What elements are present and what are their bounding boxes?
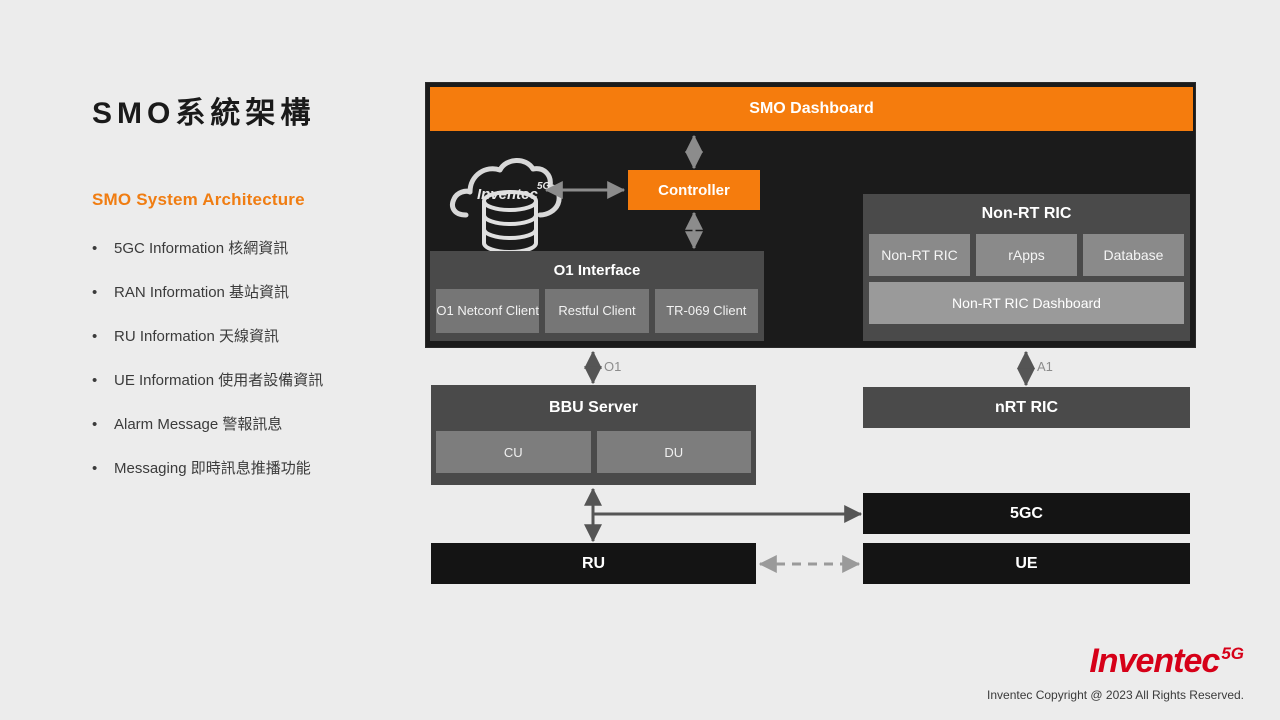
nrt-ric-block: nRT RIC	[863, 387, 1190, 428]
bbu-server-group: BBU Server CU DU	[431, 385, 756, 485]
list-item: • RU Information 天線資訊	[92, 328, 422, 346]
a1-connector-label: A1	[1037, 359, 1053, 374]
list-item: • UE Information 使用者設備資訊	[92, 372, 422, 390]
logo-5g-superscript: 5G	[1221, 644, 1244, 663]
feature-bullet-list: • 5GC Information 核網資訊 • RAN Information…	[92, 240, 422, 478]
bbu-sub-row: CU DU	[431, 431, 756, 473]
bullet-marker-icon: •	[92, 328, 98, 345]
list-item: • 5GC Information 核網資訊	[92, 240, 422, 258]
page-subtitle: SMO System Architecture	[92, 190, 305, 209]
bullet-marker-icon: •	[92, 240, 98, 257]
list-item-label: UE Information 使用者設備資訊	[114, 372, 324, 389]
cu-box: CU	[436, 431, 591, 473]
list-item-label: Messaging 即時訊息推播功能	[114, 460, 311, 477]
left-content-column: SMO系統架構 SMO System Architecture • 5GC In…	[92, 88, 422, 504]
du-box: DU	[596, 431, 751, 473]
page-title: SMO系統架構	[92, 97, 316, 130]
list-item: • RAN Information 基站資訊	[92, 284, 422, 302]
copyright-text: Inventec Copyright @ 2023 All Rights Res…	[987, 688, 1244, 702]
inventec-logo: Inventec 5G	[987, 644, 1244, 678]
ue-block: UE	[863, 543, 1190, 584]
bullet-marker-icon: •	[92, 284, 98, 301]
ru-block: RU	[431, 543, 756, 584]
footer: Inventec 5G Inventec Copyright @ 2023 Al…	[987, 644, 1244, 702]
o1-connector-label: O1	[604, 359, 622, 374]
list-item-label: Alarm Message 警報訊息	[114, 416, 283, 433]
panel-connector-arrows	[544, 134, 703, 250]
bbu-server-title: BBU Server	[549, 399, 638, 416]
list-item: • Messaging 即時訊息推播功能	[92, 460, 422, 478]
list-item-label: 5GC Information 核網資訊	[114, 240, 289, 257]
list-item-label: RAN Information 基站資訊	[114, 284, 290, 301]
bullet-marker-icon: •	[92, 372, 98, 389]
5gc-block: 5GC	[863, 493, 1190, 534]
logo-wordmark: Inventec	[1089, 642, 1220, 680]
list-item-label: RU Information 天線資訊	[114, 328, 280, 345]
bullet-marker-icon: •	[92, 416, 98, 433]
smo-architecture-panel: SMO Dashboard Inventec 5G Controller O1 …	[425, 82, 1196, 348]
list-item: • Alarm Message 警報訊息	[92, 416, 422, 434]
bullet-marker-icon: •	[92, 460, 98, 477]
